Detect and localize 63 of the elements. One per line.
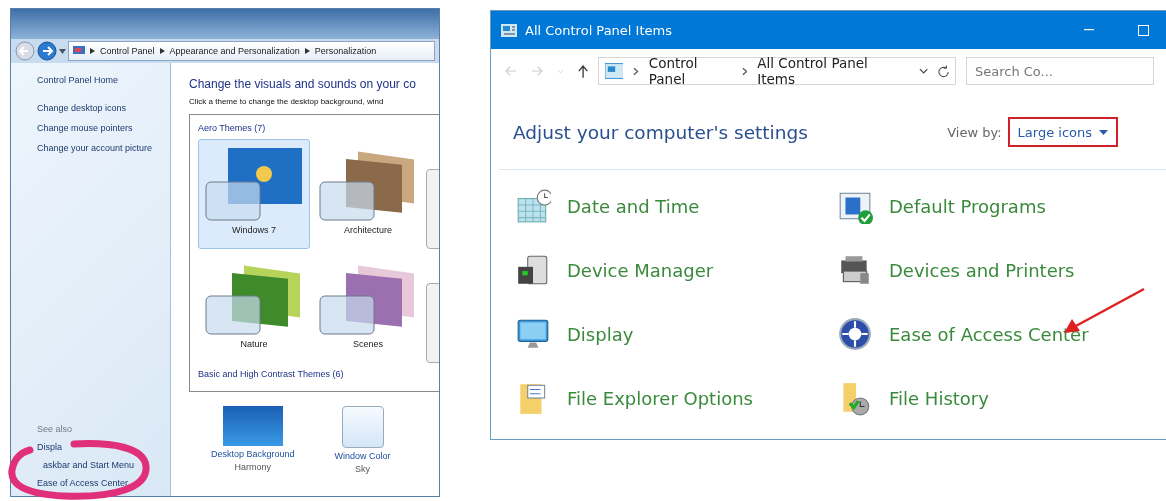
- minimize-icon: [1084, 29, 1094, 31]
- breadcrumb-item[interactable]: Appearance and Personalization: [169, 46, 300, 56]
- chevron-down-icon[interactable]: [918, 68, 928, 74]
- theme-name: Architecture: [344, 225, 392, 235]
- see-also-link[interactable]: askbar and Start Menu: [37, 460, 170, 470]
- control-panel-item-link[interactable]: Devices and Printers: [889, 259, 1075, 281]
- setting-link[interactable]: Desktop Background: [211, 449, 295, 459]
- sidebar-link[interactable]: Change mouse pointers: [37, 123, 170, 133]
- sidebar-link[interactable]: Change desktop icons: [37, 103, 170, 113]
- breadcrumb-item[interactable]: Control Panel: [100, 46, 155, 56]
- sidebar-link[interactable]: Change your account picture: [37, 143, 170, 153]
- theme-name: Scenes: [353, 339, 383, 349]
- page-heading: Change the visuals and sounds on your co: [189, 77, 417, 91]
- see-also-link[interactable]: Ease of Access Center: [37, 478, 170, 488]
- theme-tile[interactable]: Scenes: [312, 253, 424, 363]
- see-also-heading: See also: [37, 424, 74, 434]
- control-panel-icon: [501, 23, 517, 37]
- view-by-label: View by:: [947, 124, 1002, 140]
- theme-tile[interactable]: Nature: [198, 253, 310, 363]
- control-panel-item-link[interactable]: File History: [889, 387, 989, 409]
- theme-tile[interactable]: Windows 7: [198, 139, 310, 249]
- control-panel-icon: [73, 46, 85, 56]
- control-panel-item-link[interactable]: Default Programs: [889, 195, 1046, 217]
- setting-link[interactable]: Window Color: [334, 451, 391, 461]
- up-arrow-icon[interactable]: [577, 63, 588, 79]
- maximize-icon: [1137, 24, 1149, 36]
- window-title: All Control Panel Items: [525, 22, 673, 38]
- page-heading: Adjust your computer's settings: [513, 121, 809, 143]
- control-panel-item-link[interactable]: Ease of Access Center: [889, 323, 1089, 345]
- theme-tile[interactable]: Architecture: [312, 139, 424, 249]
- search-field[interactable]: Search Co...: [966, 57, 1154, 85]
- refresh-icon[interactable]: [937, 64, 949, 78]
- breadcrumb-arrow-icon: [159, 48, 165, 54]
- breadcrumb-item[interactable]: Control Panel: [648, 55, 732, 87]
- group-title: Basic and High Contrast Themes (6): [198, 369, 345, 379]
- forward-icon[interactable]: [37, 41, 57, 61]
- control-panel-item-link[interactable]: Date and Time: [567, 195, 700, 217]
- dropdown-icon[interactable]: [59, 48, 66, 54]
- control-panel-item-link[interactable]: Display: [567, 323, 634, 345]
- control-panel-item-icon[interactable]: [837, 316, 873, 352]
- setting-value: Sky: [355, 464, 371, 474]
- breadcrumb-arrow-icon: [90, 48, 95, 54]
- control-panel-icon: [604, 63, 624, 79]
- breadcrumb-arrow-icon: [304, 48, 310, 54]
- breadcrumb-item[interactable]: All Control Panel Items: [757, 55, 899, 87]
- sidebar-link[interactable]: Control Panel Home: [37, 75, 170, 85]
- caret-icon: [1099, 129, 1108, 135]
- address-bar[interactable]: Control Panel Appearance and Personalization Personalization: [68, 41, 435, 61]
- breadcrumb-item[interactable]: Personalization: [314, 46, 377, 56]
- control-panel-item-link[interactable]: File Explorer Options: [567, 387, 753, 409]
- desktop-background-thumbnail[interactable]: [222, 406, 283, 446]
- breadcrumb-chevron-icon: [633, 66, 639, 76]
- instruction-text: Click a theme to change the desktop background, wind: [189, 97, 385, 106]
- group-title: Aero Themes (7): [198, 123, 267, 133]
- setting-value: Harmony: [234, 462, 272, 472]
- theme-name: Nature: [240, 339, 268, 349]
- breadcrumb-chevron-icon: [741, 66, 748, 76]
- control-panel-item-link[interactable]: Device Manager: [567, 259, 714, 281]
- theme-name: Windows 7: [232, 225, 276, 235]
- see-also-link[interactable]: Displa: [37, 442, 170, 452]
- address-bar[interactable]: Control Panel All Control Panel Items: [597, 57, 956, 85]
- view-dropdown[interactable]: Large icons: [1007, 117, 1118, 147]
- window-color-swatch[interactable]: [341, 406, 384, 448]
